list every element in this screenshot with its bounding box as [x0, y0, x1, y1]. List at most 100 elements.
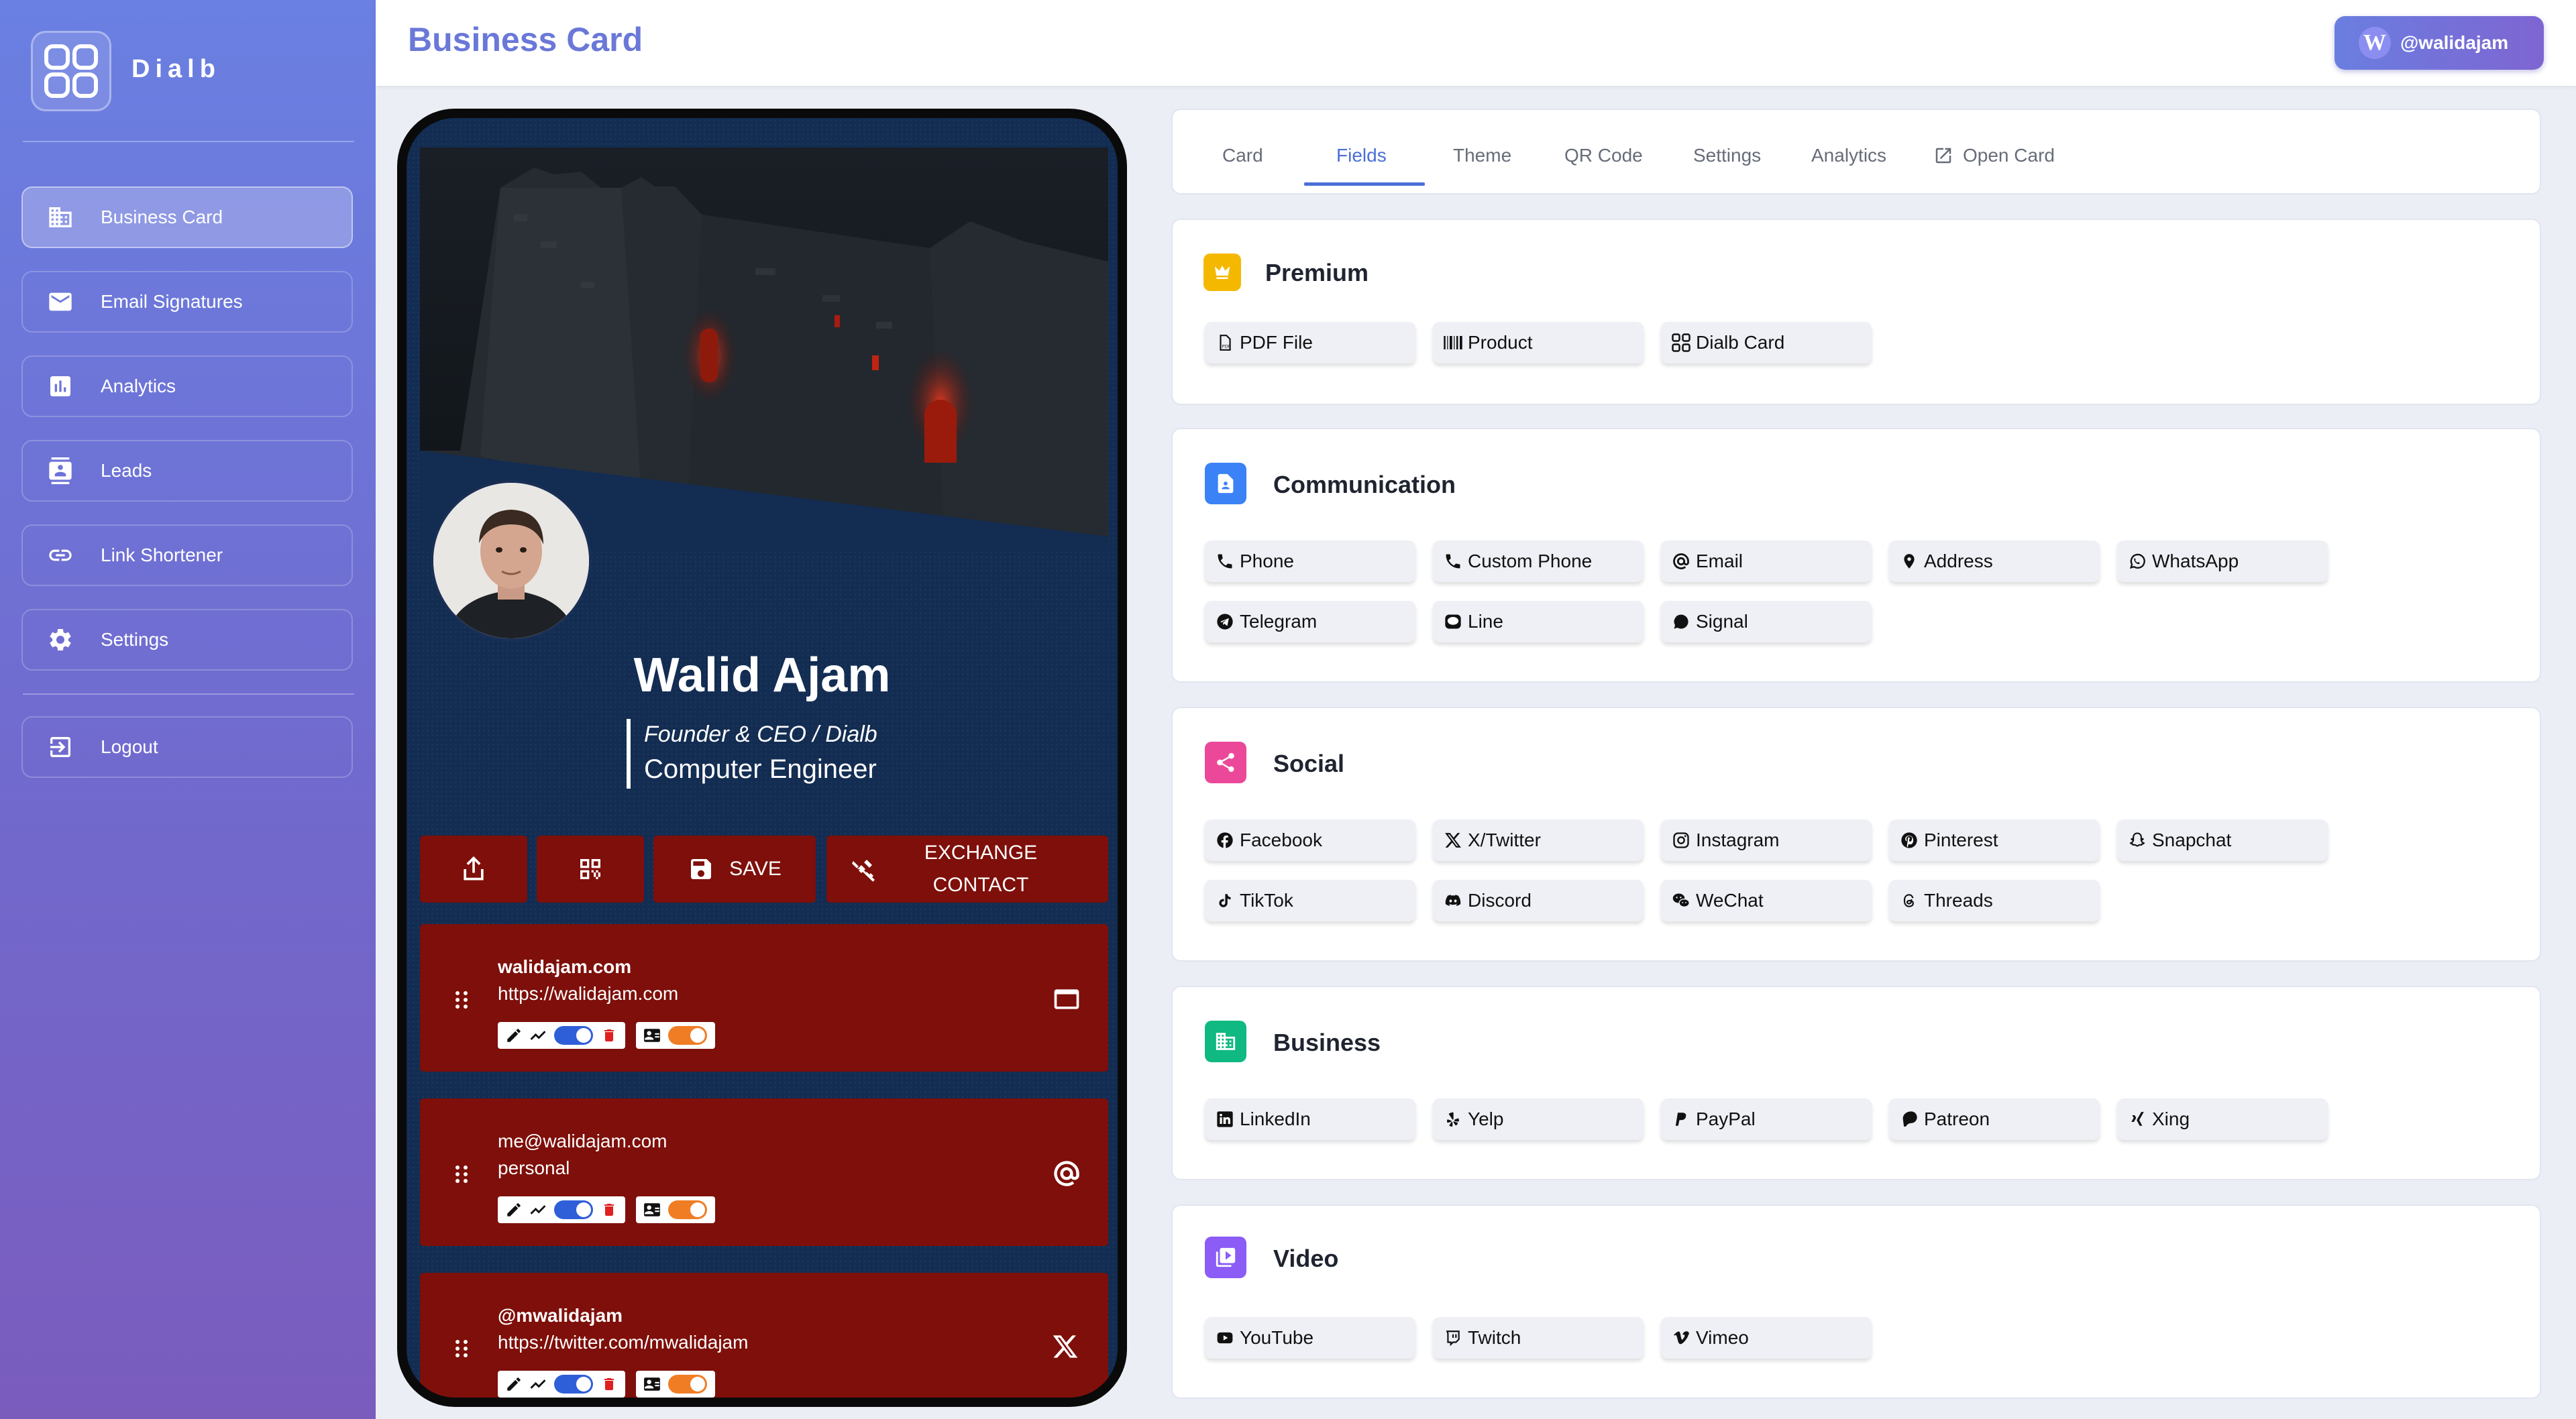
link-icon — [46, 541, 75, 570]
tab-theme[interactable]: Theme — [1453, 145, 1511, 166]
chip-label: Phone — [1240, 551, 1294, 571]
field-chip-yelp[interactable]: Yelp — [1433, 1098, 1644, 1140]
field-chip-pinterest[interactable]: Pinterest — [1889, 819, 2100, 861]
save-to-contact-toggle[interactable] — [668, 1200, 707, 1219]
vimeo-icon — [1670, 1327, 1692, 1349]
sidebar-item-analytics[interactable]: Analytics — [21, 355, 353, 417]
link-subtitle: personal — [498, 1157, 570, 1178]
qr-code-button[interactable] — [537, 836, 644, 903]
page-title: Business Card — [408, 21, 643, 58]
app-logo[interactable] — [31, 31, 111, 111]
field-chip-line[interactable]: Line — [1433, 601, 1644, 642]
card-name: Walid Ajam — [633, 648, 891, 702]
field-chip-xing[interactable]: Xing — [2117, 1098, 2328, 1140]
tab-fields[interactable]: Fields — [1336, 145, 1387, 166]
drag-handle-icon[interactable] — [453, 1164, 470, 1184]
field-chip-custom-phone[interactable]: Custom Phone — [1433, 541, 1644, 582]
trending-icon[interactable] — [526, 1372, 550, 1396]
field-chip-email[interactable]: Email — [1661, 541, 1872, 582]
trending-icon[interactable] — [526, 1198, 550, 1222]
edit-icon[interactable] — [502, 1198, 526, 1222]
card-preview-screen[interactable]: Walid Ajam Founder & CEO / Dialb Compute… — [407, 118, 1118, 1398]
tab-analytics[interactable]: Analytics — [1811, 145, 1886, 166]
section-social: Social Facebook X/Twitter Instagram Pint… — [1171, 707, 2541, 962]
field-chip-vimeo[interactable]: Vimeo — [1661, 1317, 1872, 1359]
field-chip-dialb-card[interactable]: Dialb Card — [1661, 322, 1872, 363]
sidebar-item-leads[interactable]: Leads — [21, 440, 353, 502]
tab-settings[interactable]: Settings — [1693, 145, 1761, 166]
sidebar-item-business-card[interactable]: Business Card — [21, 186, 353, 248]
location-pin-icon — [1898, 551, 1920, 572]
trending-icon[interactable] — [526, 1023, 550, 1047]
field-chip-wechat[interactable]: WeChat — [1661, 880, 1872, 921]
pdf-file-icon: PDF — [1214, 332, 1236, 353]
link-card-website[interactable]: walidajam.com https://walidajam.com — [420, 924, 1108, 1072]
field-chip-discord[interactable]: Discord — [1433, 880, 1644, 921]
save-to-contact-toggle[interactable] — [668, 1375, 707, 1394]
save-to-contact-toggle[interactable] — [668, 1026, 707, 1045]
share-button[interactable] — [420, 836, 527, 903]
visibility-toggle[interactable] — [554, 1200, 593, 1219]
field-chip-snapchat[interactable]: Snapchat — [2117, 819, 2328, 861]
chip-label: Product — [1468, 332, 1533, 353]
link-card-twitter[interactable]: @mwalidajam https://twitter.com/mwalidaj… — [420, 1273, 1108, 1398]
field-chip-tiktok[interactable]: TikTok — [1205, 880, 1415, 921]
chip-label: Pinterest — [1924, 830, 1998, 850]
field-chip-threads[interactable]: Threads — [1889, 880, 2100, 921]
visibility-toggle[interactable] — [554, 1375, 593, 1394]
tab-qr-code[interactable]: QR Code — [1564, 145, 1643, 166]
section-communication: Communication Phone Custom Phone Email A… — [1171, 428, 2541, 683]
contact-page-icon — [1205, 463, 1246, 504]
field-chip-youtube[interactable]: YouTube — [1205, 1317, 1415, 1359]
wechat-icon — [1670, 890, 1692, 911]
mail-icon — [46, 287, 75, 317]
dialb-card-icon — [1670, 332, 1692, 353]
edit-icon[interactable] — [502, 1372, 526, 1396]
field-chip-phone[interactable]: Phone — [1205, 541, 1415, 582]
field-chip-telegram[interactable]: Telegram — [1205, 601, 1415, 642]
field-chip-facebook[interactable]: Facebook — [1205, 819, 1415, 861]
save-contact-button[interactable]: SAVE — [653, 836, 816, 903]
sidebar-item-label: Link Shortener — [101, 545, 223, 565]
field-chip-paypal[interactable]: PayPal — [1661, 1098, 1872, 1140]
chip-label: Line — [1468, 611, 1503, 632]
field-chip-address[interactable]: Address — [1889, 541, 2100, 582]
field-chip-instagram[interactable]: Instagram — [1661, 819, 1872, 861]
trash-icon[interactable] — [597, 1023, 621, 1047]
chip-label: Custom Phone — [1468, 551, 1593, 571]
pinterest-icon — [1898, 830, 1920, 851]
link-tools — [498, 1022, 726, 1049]
sidebar-item-label: Leads — [101, 460, 152, 481]
chip-label: Email — [1696, 551, 1743, 571]
user-menu-button[interactable]: W @walidajam — [2334, 16, 2544, 70]
domain-icon — [1205, 1021, 1246, 1062]
field-chip-product[interactable]: Product — [1433, 322, 1644, 363]
exchange-contact-button[interactable]: EXCHANGE CONTACT — [826, 836, 1108, 903]
field-chip-pdf-file[interactable]: PDF PDF File — [1205, 322, 1415, 363]
trash-icon[interactable] — [597, 1372, 621, 1396]
profile-photo[interactable] — [431, 480, 592, 641]
sidebar-item-settings[interactable]: Settings — [21, 609, 353, 671]
sidebar-item-link-shortener[interactable]: Link Shortener — [21, 524, 353, 586]
link-card-email[interactable]: me@walidajam.com personal — [420, 1098, 1108, 1246]
video-library-icon — [1205, 1237, 1246, 1278]
field-chip-x-twitter[interactable]: X/Twitter — [1433, 819, 1644, 861]
trash-icon[interactable] — [597, 1198, 621, 1222]
sidebar-item-email-signatures[interactable]: Email Signatures — [21, 271, 353, 333]
edit-icon[interactable] — [502, 1023, 526, 1047]
contact-card-icon — [640, 1372, 664, 1396]
section-business: Business LinkedIn Yelp PayPal Patreon Xi… — [1171, 986, 2541, 1180]
user-handle: @walidajam — [2400, 32, 2509, 53]
app-name: Dialb — [131, 55, 221, 83]
drag-handle-icon[interactable] — [453, 990, 470, 1010]
drag-handle-icon[interactable] — [453, 1339, 470, 1359]
field-chip-patreon[interactable]: Patreon — [1889, 1098, 2100, 1140]
field-chip-twitch[interactable]: Twitch — [1433, 1317, 1644, 1359]
field-chip-linkedin[interactable]: LinkedIn — [1205, 1098, 1415, 1140]
tab-card[interactable]: Card — [1222, 145, 1263, 166]
tab-open-card[interactable]: Open Card — [1933, 145, 2055, 166]
visibility-toggle[interactable] — [554, 1026, 593, 1045]
field-chip-whatsapp[interactable]: WhatsApp — [2117, 541, 2328, 582]
logout-button[interactable]: Logout — [21, 716, 353, 778]
field-chip-signal[interactable]: Signal — [1661, 601, 1872, 642]
